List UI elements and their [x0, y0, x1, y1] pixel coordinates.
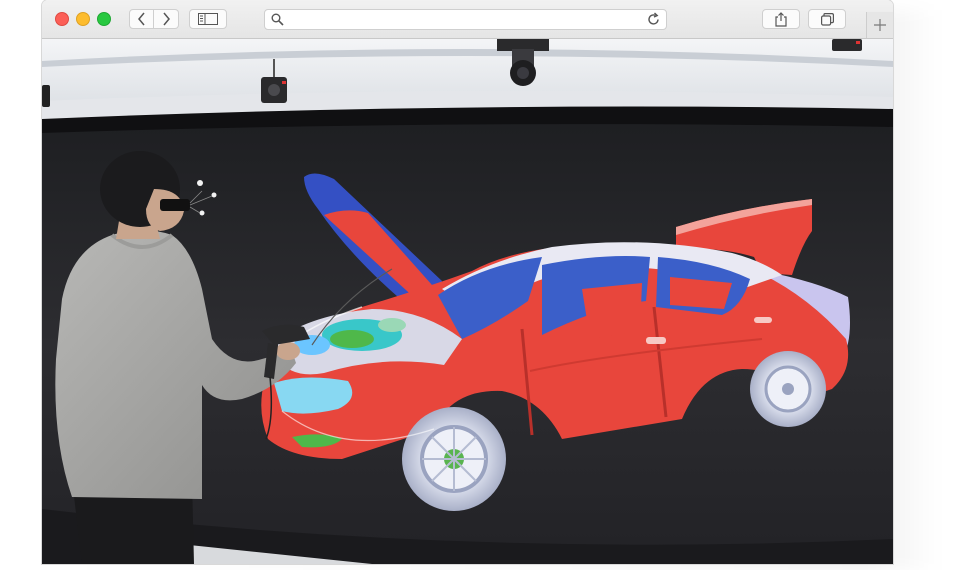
plus-icon	[874, 19, 886, 31]
chevron-left-icon	[137, 12, 145, 26]
zoom-window-button[interactable]	[97, 12, 111, 26]
sidebar-button[interactable]	[189, 9, 227, 29]
address-input[interactable]	[291, 12, 635, 29]
minimize-window-button[interactable]	[76, 12, 90, 26]
page-content-photo	[42, 39, 893, 564]
sidebar-icon	[198, 13, 218, 25]
share-icon	[775, 11, 787, 27]
chevron-right-icon	[163, 12, 170, 26]
address-bar[interactable]	[264, 9, 667, 30]
tabs-overview-button[interactable]	[808, 9, 846, 29]
vr-car-scene-image	[42, 39, 893, 564]
share-button[interactable]	[762, 9, 800, 29]
tracking-camera-1	[42, 85, 50, 107]
forward-button[interactable]	[154, 9, 179, 29]
tabs-overview-icon	[820, 12, 834, 26]
tracking-camera-4	[832, 39, 862, 51]
reload-icon[interactable]	[646, 12, 661, 27]
search-icon	[271, 13, 284, 26]
new-tab-button[interactable]	[866, 12, 893, 38]
browser-window	[42, 0, 893, 564]
browser-toolbar	[42, 0, 893, 39]
close-window-button[interactable]	[55, 12, 69, 26]
back-button[interactable]	[129, 9, 154, 29]
